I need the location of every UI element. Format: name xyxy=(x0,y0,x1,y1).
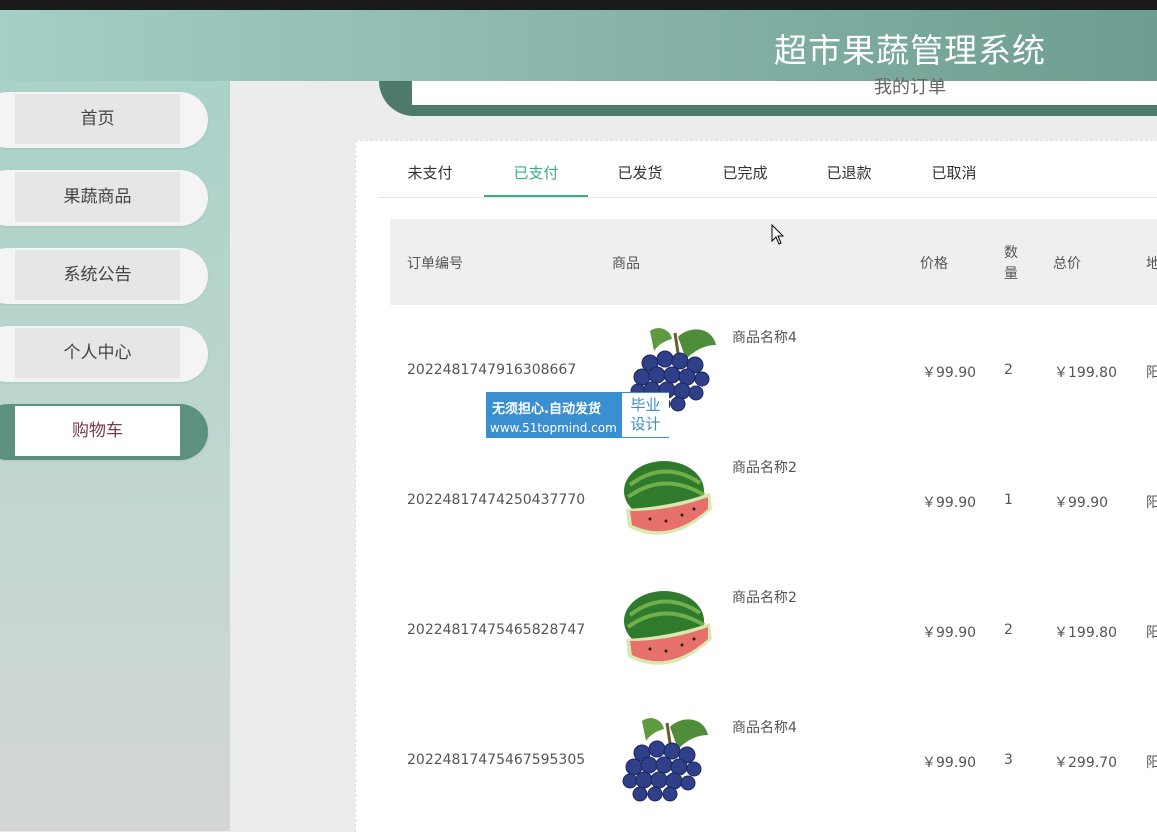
sidebar-item-label: 首页 xyxy=(15,94,180,144)
sidebar: 首页 果蔬商品 系统公告 个人中心 购物车 xyxy=(0,81,230,831)
tab-completed[interactable]: 已完成 xyxy=(693,141,797,197)
total-price: ￥99.90 xyxy=(1054,495,1109,511)
sidebar-item-home[interactable]: 首页 xyxy=(0,92,208,148)
app-title: 超市果蔬管理系统 xyxy=(774,31,1046,70)
price: ￥99.90 xyxy=(922,365,977,381)
header-qty-line1: 数 xyxy=(1004,245,1018,261)
address: 阳 xyxy=(1146,365,1157,381)
goods-name: 商品名称2 xyxy=(732,460,797,476)
total-price: ￥199.80 xyxy=(1054,625,1117,641)
section-banner-panel xyxy=(412,81,1157,105)
app-header: 超市果蔬管理系统 xyxy=(0,10,1157,81)
price: ￥99.90 xyxy=(922,755,977,771)
sidebar-item-label: 个人中心 xyxy=(15,328,180,378)
quantity: 3 xyxy=(1004,752,1013,768)
tab-shipped[interactable]: 已发货 xyxy=(588,141,692,197)
watermark-right-line1: 毕业 xyxy=(630,396,661,414)
section-title: 我的订单 xyxy=(874,77,946,98)
watermark-right-line2: 设计 xyxy=(630,415,661,433)
grapes-image xyxy=(622,718,708,802)
order-number: 2022481747916308667 xyxy=(407,362,577,378)
quantity: 2 xyxy=(1004,622,1013,638)
mouse-cursor-icon xyxy=(771,224,785,245)
sidebar-item-label: 系统公告 xyxy=(15,250,180,300)
order-status-tabs: 未支付 已支付 已发货 已完成 已退款 已取消 xyxy=(378,141,1157,198)
watermelon-image xyxy=(624,461,712,535)
tab-unpaid[interactable]: 未支付 xyxy=(378,141,482,197)
sidebar-item-label: 果蔬商品 xyxy=(15,172,180,222)
sidebar-item-products[interactable]: 果蔬商品 xyxy=(0,170,208,226)
header-goods: 商品 xyxy=(612,256,640,272)
sidebar-item-profile[interactable]: 个人中心 xyxy=(0,326,208,382)
order-number: 20224817475465828747 xyxy=(407,622,586,638)
header-price: 价格 xyxy=(920,256,948,272)
goods-name: 商品名称2 xyxy=(732,590,797,606)
tab-paid[interactable]: 已支付 xyxy=(484,141,588,197)
header-address: 地 xyxy=(1146,256,1157,272)
header-order-no: 订单编号 xyxy=(407,256,463,272)
watermark-right: 毕业 设计 xyxy=(622,393,669,437)
table-row: 20224817475465828747 商品名称2 ￥99.90 2 ￥199… xyxy=(390,565,1157,695)
header-qty-line2: 量 xyxy=(1004,266,1018,282)
total-price: ￥199.80 xyxy=(1054,365,1117,381)
quantity: 2 xyxy=(1004,362,1013,378)
tab-refunded[interactable]: 已退款 xyxy=(797,141,901,197)
order-number: 20224817474250437770 xyxy=(407,492,586,508)
table-row: 20224817474250437770 商品名称2 ￥99.90 1 ￥99.… xyxy=(390,435,1157,565)
table-row: 20224817475467595305 商品名称4 ￥99.90 3 ￥299… xyxy=(390,695,1157,825)
price: ￥99.90 xyxy=(922,625,977,641)
section-banner: 我的订单 xyxy=(379,77,1157,116)
total-price: ￥299.70 xyxy=(1054,755,1117,771)
sidebar-item-cart[interactable]: 购物车 xyxy=(0,404,208,460)
watermark-line1: 无须担心.自动发货 xyxy=(492,402,601,417)
address: 阳 xyxy=(1146,755,1157,771)
orders-card: 未支付 已支付 已发货 已完成 已退款 已取消 订单编号 商品 价格 数 量 总… xyxy=(355,140,1157,832)
address: 阳 xyxy=(1146,625,1157,641)
watermark-line2: www.51topmind.com xyxy=(490,421,617,435)
goods-name: 商品名称4 xyxy=(732,720,797,736)
address: 阳 xyxy=(1146,495,1157,511)
header-total: 总价 xyxy=(1053,256,1081,272)
sidebar-item-announcements[interactable]: 系统公告 xyxy=(0,248,208,304)
tab-cancelled[interactable]: 已取消 xyxy=(902,141,1006,197)
watermelon-image xyxy=(624,591,712,665)
price: ￥99.90 xyxy=(922,495,977,511)
quantity: 1 xyxy=(1004,492,1013,508)
watermark-badge: 无须担心.自动发货 www.51topmind.com 毕业 设计 xyxy=(486,392,669,438)
sidebar-item-label: 购物车 xyxy=(15,406,180,456)
goods-name: 商品名称4 xyxy=(732,330,797,346)
window-top-strip xyxy=(0,0,1157,10)
order-number: 20224817475467595305 xyxy=(407,752,586,768)
